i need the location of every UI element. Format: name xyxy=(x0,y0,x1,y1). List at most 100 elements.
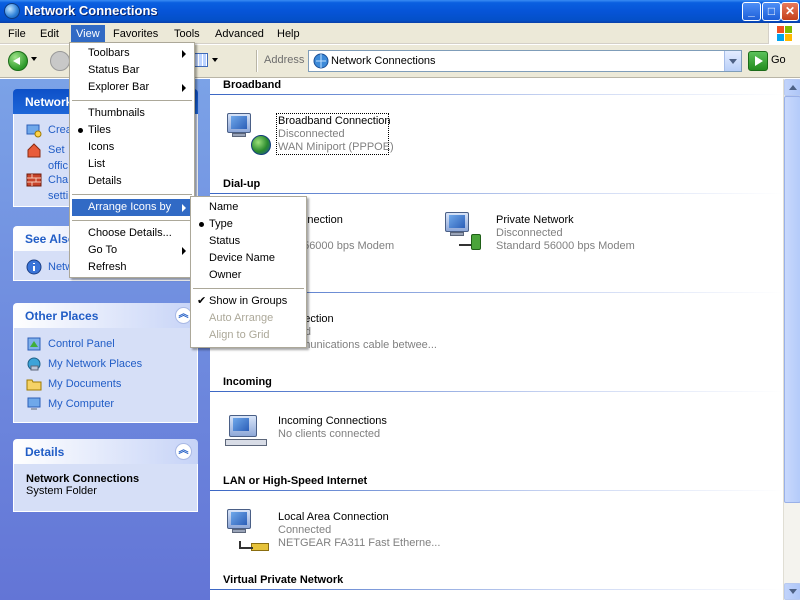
address-bar[interactable]: Network Connections xyxy=(308,50,742,72)
menu-item-details[interactable]: Details xyxy=(72,173,192,190)
minimize-button[interactable]: _ xyxy=(742,2,761,21)
toolbar-separator xyxy=(256,50,258,72)
menu-help[interactable]: Help xyxy=(272,25,305,43)
close-button[interactable]: ✕ xyxy=(781,2,799,21)
menu-separator xyxy=(72,194,192,195)
forward-button[interactable] xyxy=(50,51,70,71)
menu-item-refresh[interactable]: Refresh xyxy=(72,259,192,276)
menu-item-thumbnails[interactable]: Thumbnails xyxy=(72,105,192,122)
group-divider xyxy=(210,193,783,194)
menu-item-sort-type[interactable]: Type xyxy=(193,216,304,233)
broadband-connection-icon xyxy=(223,111,271,159)
address-dropdown-button[interactable] xyxy=(724,51,741,71)
menu-item-sort-name[interactable]: Name xyxy=(193,199,304,216)
scroll-down-button[interactable] xyxy=(784,583,800,600)
scroll-thumb[interactable] xyxy=(784,96,800,503)
menu-favorites[interactable]: Favorites xyxy=(108,25,163,43)
window-title: Network Connections xyxy=(24,3,158,18)
group-heading-vpn: Virtual Private Network xyxy=(223,574,344,586)
menu-item-sort-device-name[interactable]: Device Name xyxy=(193,250,304,267)
my-computer-icon xyxy=(27,397,41,410)
collapse-chevron-icon[interactable]: ︽ xyxy=(175,443,192,460)
connection-device: NETGEAR FA311 Fast Etherne... xyxy=(278,537,441,549)
control-panel-link[interactable]: Control Panel xyxy=(26,336,197,356)
group-divider xyxy=(210,391,783,392)
my-network-places-link[interactable]: My Network Places xyxy=(26,356,197,376)
menu-item-go-to[interactable]: Go To xyxy=(72,242,192,259)
incoming-connections-icon xyxy=(223,411,271,459)
back-button[interactable] xyxy=(8,51,28,71)
network-tasks-title: Network xyxy=(25,95,73,109)
connection-status: Disconnected xyxy=(496,227,563,239)
go-label[interactable]: Go xyxy=(771,54,786,66)
radio-bullet-icon xyxy=(199,222,204,227)
windows-flag-icon xyxy=(777,26,793,41)
menu-item-choose-details[interactable]: Choose Details... xyxy=(72,225,192,242)
scroll-up-button[interactable] xyxy=(784,79,800,96)
broadband-connection-tile[interactable]: Broadband Connection Disconnected WAN Mi… xyxy=(223,111,443,159)
group-heading-incoming: Incoming xyxy=(223,376,272,388)
menu-separator xyxy=(72,100,192,101)
private-network-tile[interactable]: Private Network Disconnected Standard 56… xyxy=(441,210,661,258)
address-value: Network Connections xyxy=(331,55,436,67)
menu-file[interactable]: File xyxy=(3,25,31,43)
connection-status: Connected xyxy=(278,524,332,536)
menu-separator xyxy=(193,288,304,289)
submenu-arrow-icon xyxy=(182,84,186,92)
view-menu: Toolbars Status Bar Explorer Bar Thumbna… xyxy=(69,42,195,278)
menu-item-arrange-icons-by[interactable]: Arrange Icons by xyxy=(72,199,192,216)
submenu-arrow-icon xyxy=(182,204,186,212)
group-divider xyxy=(210,490,783,491)
menu-item-icons[interactable]: Icons xyxy=(72,139,192,156)
incoming-connections-tile[interactable]: Incoming Connections No clients connecte… xyxy=(223,411,443,459)
other-places-header[interactable]: Other Places ︽ xyxy=(13,303,198,328)
network-places-icon xyxy=(27,357,41,371)
views-dropdown-icon[interactable] xyxy=(212,58,218,62)
details-title: Details xyxy=(25,445,65,459)
menu-advanced[interactable]: Advanced xyxy=(210,25,269,43)
submenu-arrow-icon xyxy=(182,247,186,255)
details-panel: Details ︽ Network Connections System Fol… xyxy=(13,439,198,512)
menu-item-sort-owner[interactable]: Owner xyxy=(193,267,304,284)
menu-edit[interactable]: Edit xyxy=(35,25,64,43)
arrange-icons-submenu: Name Type Status Device Name Owner ✔ Show… xyxy=(190,196,307,348)
connection-name: Private Network xyxy=(496,214,574,226)
maximize-button[interactable]: □ xyxy=(762,2,781,21)
group-heading-broadband: Broadband xyxy=(223,79,282,91)
network-folder-icon xyxy=(313,53,329,69)
network-connections-icon xyxy=(4,3,20,19)
menu-item-toolbars[interactable]: Toolbars xyxy=(72,45,192,62)
local-area-connection-tile[interactable]: Local Area Connection Connected NETGEAR … xyxy=(223,507,443,555)
menu-item-status-bar[interactable]: Status Bar xyxy=(72,62,192,79)
other-places-body: Control Panel My Network Places My Docum… xyxy=(13,328,198,423)
my-computer-link[interactable]: My Computer xyxy=(26,396,197,416)
menu-item-tiles[interactable]: Tiles xyxy=(72,122,192,139)
go-button[interactable] xyxy=(748,51,768,71)
menu-separator xyxy=(72,220,192,221)
title-bar[interactable]: Network Connections _ □ ✕ xyxy=(0,0,800,23)
menu-tools[interactable]: Tools xyxy=(169,25,205,43)
menu-item-align-to-grid: Align to Grid xyxy=(209,329,270,341)
my-documents-link[interactable]: My Documents xyxy=(26,376,197,396)
group-divider xyxy=(210,589,783,590)
lan-connection-icon xyxy=(223,507,271,555)
vertical-scrollbar[interactable] xyxy=(783,79,800,600)
connection-status: No clients connected xyxy=(278,428,381,440)
menu-item-list[interactable]: List xyxy=(72,156,192,173)
menu-bar: File Edit View Favorites Tools Advanced … xyxy=(0,23,800,44)
windows-logo xyxy=(768,23,800,44)
details-header[interactable]: Details ︽ xyxy=(13,439,198,464)
menu-item-auto-arrange: Auto Arrange xyxy=(209,312,274,324)
details-body: Network Connections System Folder xyxy=(13,464,198,512)
details-type: System Folder xyxy=(26,485,97,497)
documents-folder-icon xyxy=(26,379,42,391)
views-button[interactable] xyxy=(194,53,208,67)
see-also-title: See Also xyxy=(25,232,76,246)
menu-item-show-in-groups[interactable]: ✔ Show in Groups xyxy=(193,293,304,310)
menu-view[interactable]: View xyxy=(71,25,105,43)
group-heading-dialup: Dial-up xyxy=(223,178,261,190)
menu-item-explorer-bar[interactable]: Explorer Bar xyxy=(72,79,192,96)
connection-name: Broadband Connection xyxy=(278,115,391,127)
menu-item-sort-status[interactable]: Status xyxy=(193,233,304,250)
back-dropdown-icon[interactable] xyxy=(31,57,37,61)
